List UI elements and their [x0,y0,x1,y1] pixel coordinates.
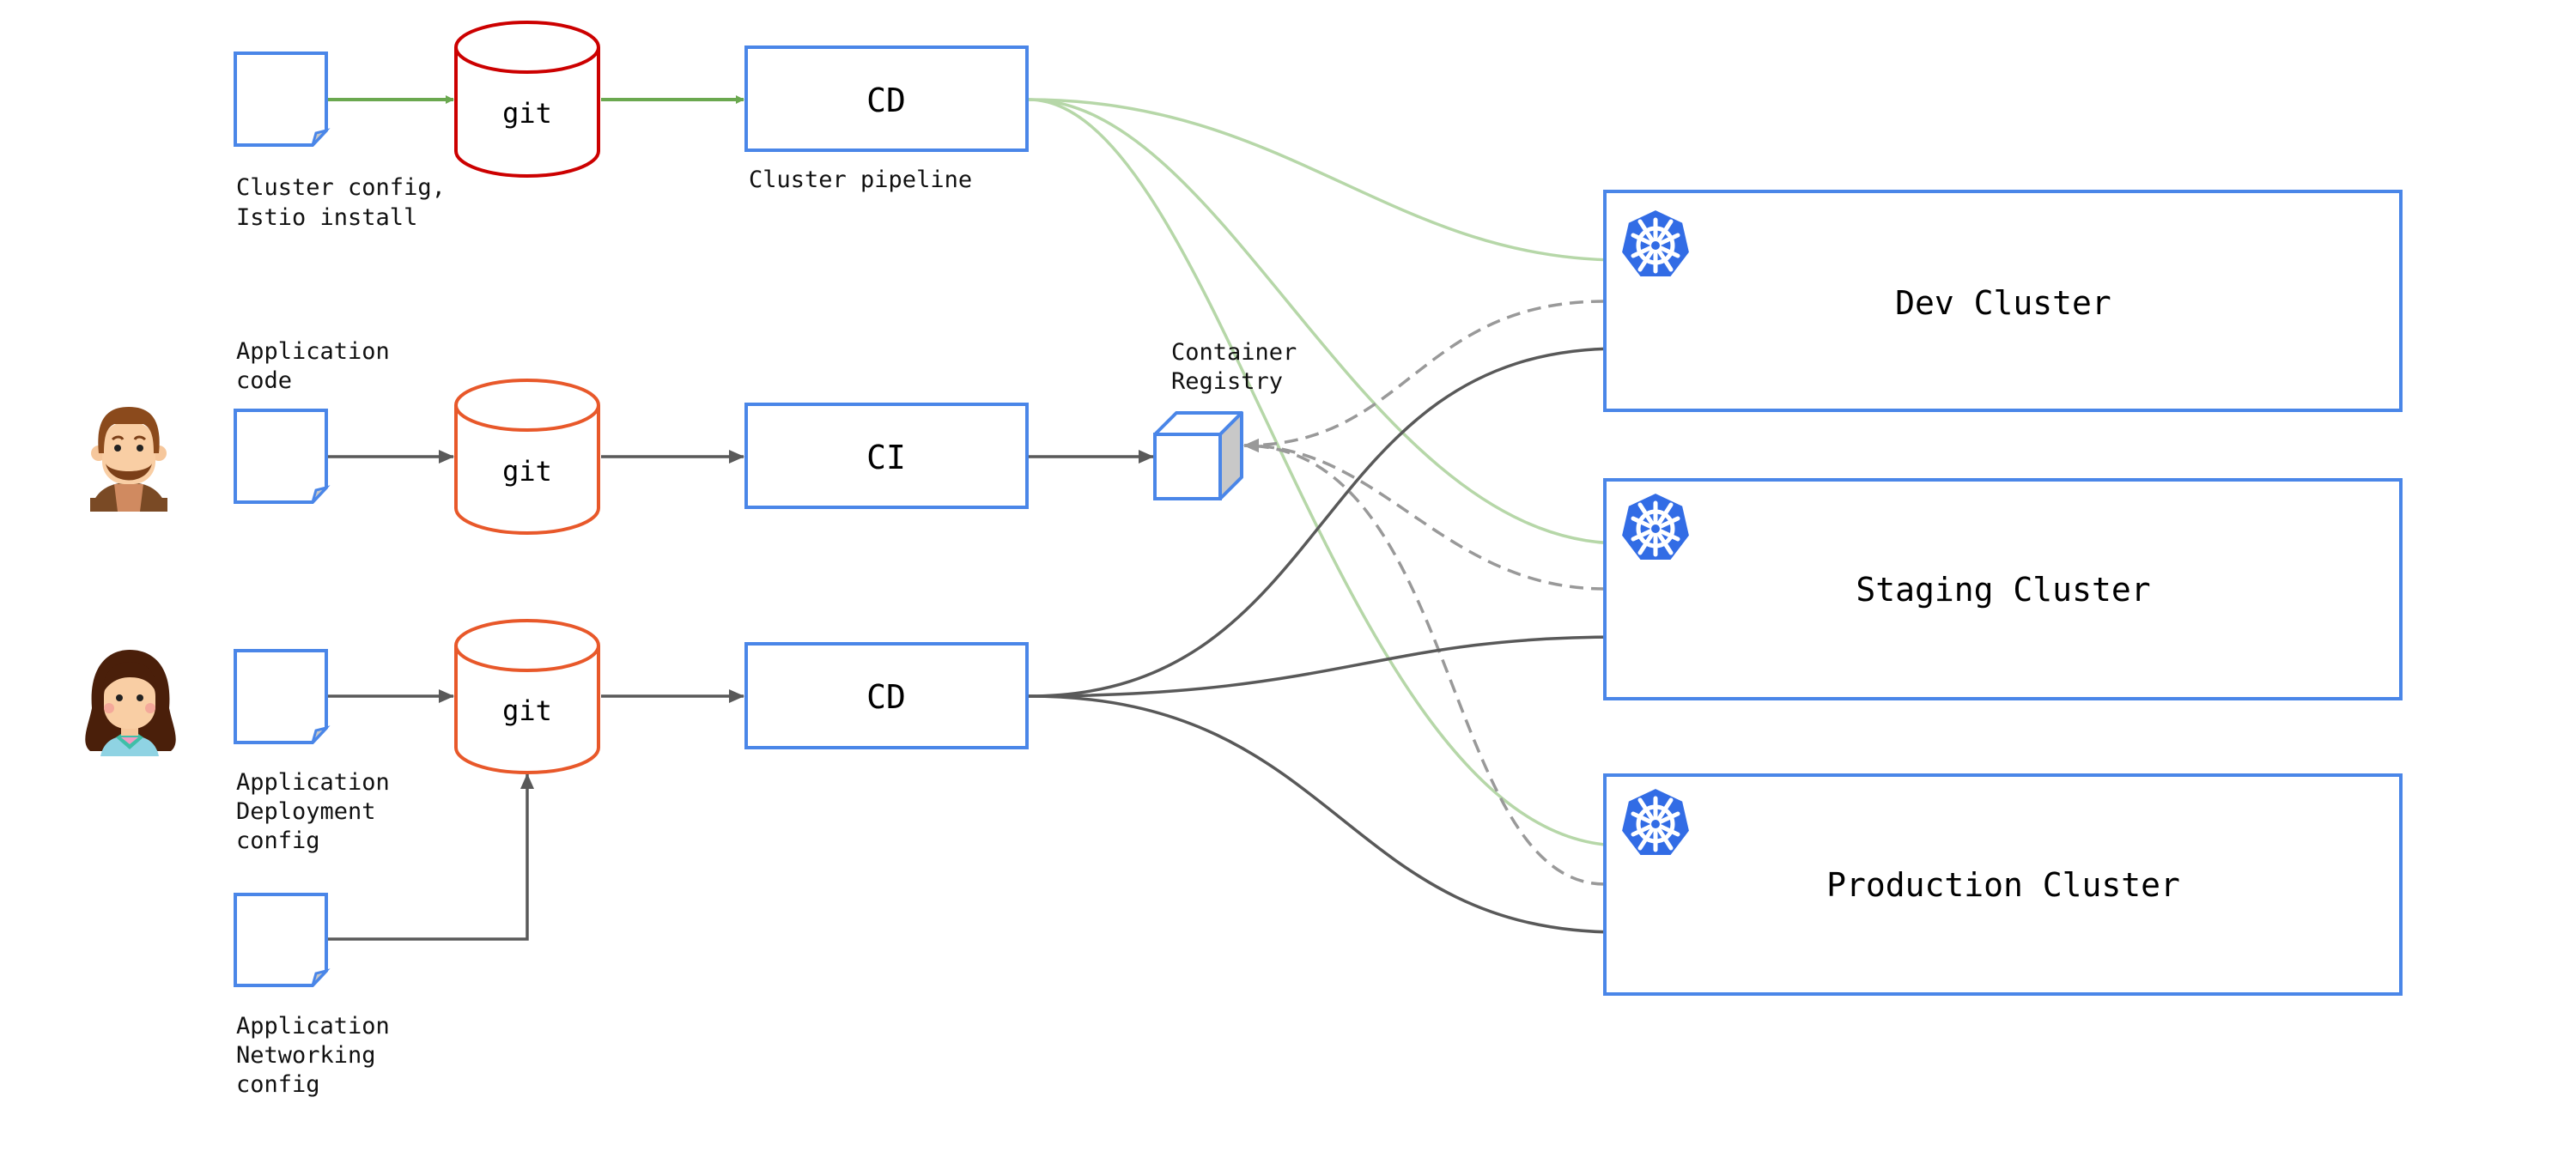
git-repo-app-code-label: git [502,455,552,488]
edge-staging-pull-registry [1243,439,1606,591]
edge-dev-pull-registry [1243,300,1606,452]
doc-label-app-code-line2: code [236,367,292,394]
ci-pipeline[interactable]: CI [744,403,1029,509]
edge-cluster-cd-to-dev [1028,98,1622,267]
edge-app-cd-to-staging [1028,630,1620,698]
registry-label-line2: Registry [1171,368,1283,395]
edge-cluster-cd-to-staging [1028,98,1622,550]
doc-label-cluster-config-line2: Istio install [236,204,417,231]
doc-label-app-deploy-line1: Application [236,769,390,796]
cluster-pipeline-caption: Cluster pipeline [749,167,972,193]
git-repo-app-code: git [454,379,600,535]
doc-label-app-code-line1: Application [236,338,390,365]
doc-app-code [234,409,331,504]
git-repo-cluster-label: git [502,97,552,130]
git-repo-cluster: git [454,21,600,178]
deployment-diagram: Cluster config, Istio install git CD Clu… [85,21,2403,1098]
operator-avatar [85,650,176,756]
doc-app-deployment-config [234,649,331,744]
production-cluster-label: Production Cluster [1826,866,2180,904]
cube-icon[interactable] [1153,411,1243,500]
app-cd-pipeline[interactable]: CD [744,642,1029,749]
dev-cluster[interactable]: Dev Cluster [1603,190,2403,412]
edge-app-cd-to-production [1028,694,1620,939]
staging-cluster[interactable]: Staging Cluster [1603,478,2403,700]
production-cluster[interactable]: Production Cluster [1603,773,2403,996]
dev-cluster-label: Dev Cluster [1895,284,2111,322]
developer-avatar [90,407,167,512]
doc-label-app-network-line1: Application [236,1013,390,1040]
doc-label-cluster-config-line1: Cluster config, [236,174,446,201]
ci-pipeline-label: CI [866,439,906,476]
cluster-cd-pipeline-label: CD [866,82,906,119]
app-cd-pipeline-label: CD [866,678,906,716]
doc-app-networking-config [234,893,331,987]
staging-cluster-label: Staging Cluster [1856,571,2150,609]
doc-label-app-deploy-line3: config [236,827,320,854]
git-repo-app-config-label: git [502,694,552,727]
doc-label-app-deploy-line2: Deployment [236,798,376,825]
edge-app-cd-to-dev [1028,342,1620,698]
edge-production-pull-registry [1243,439,1606,886]
registry-label-line1: Container [1171,339,1297,366]
doc-cluster-config [234,52,331,147]
doc-label-app-network-line2: Networking [236,1042,376,1069]
doc-label-app-network-line3: config [236,1071,320,1098]
cluster-cd-pipeline[interactable]: CD [744,45,1029,152]
git-repo-app-config: git [454,619,600,774]
